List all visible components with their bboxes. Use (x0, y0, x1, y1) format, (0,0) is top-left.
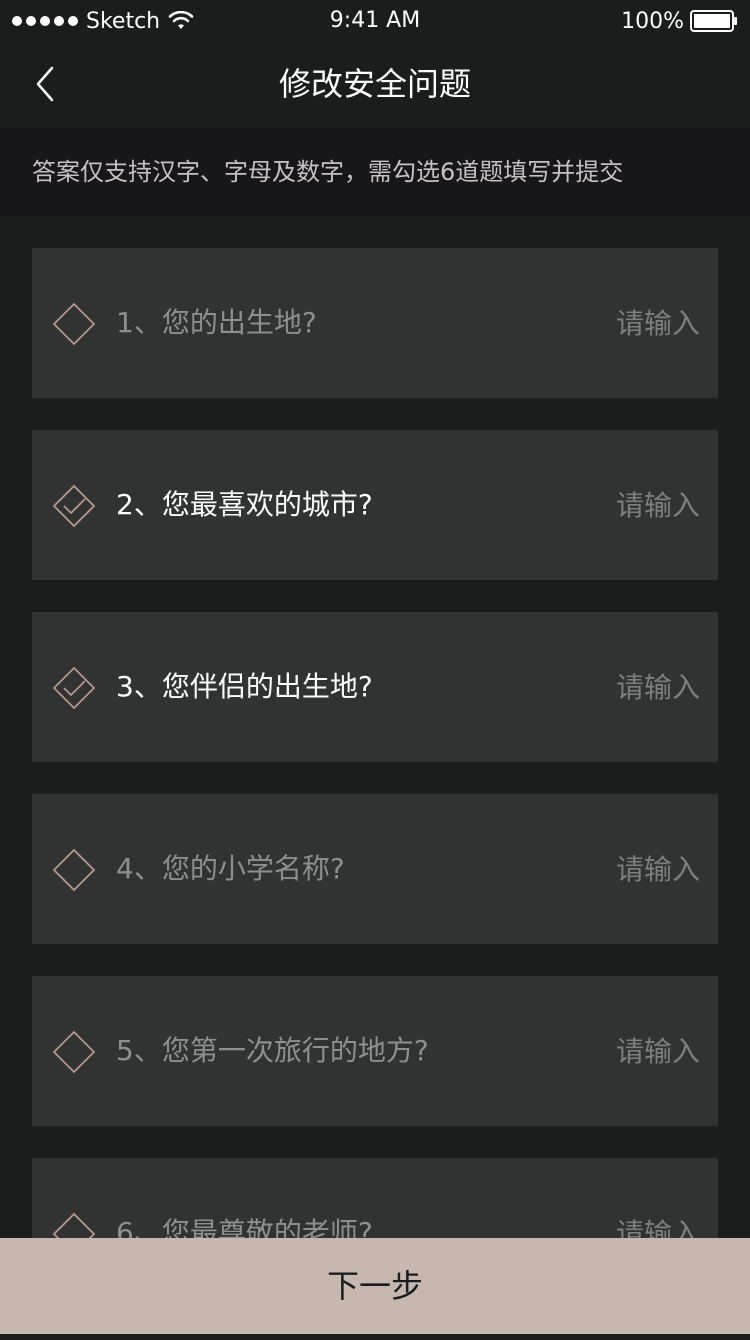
answer-input[interactable] (500, 846, 700, 892)
battery-percentage: 100% (621, 8, 684, 34)
answer-input[interactable] (500, 664, 700, 710)
checkbox-diamond-icon[interactable] (52, 302, 96, 346)
status-right: 100% (621, 6, 738, 36)
status-bar: Sketch 9:41 AM 100% (0, 0, 750, 40)
answer-input[interactable] (500, 300, 700, 346)
question-label: 2、您最喜欢的城市? (116, 488, 373, 521)
battery-icon (690, 10, 737, 32)
notice-text: 答案仅支持汉字、字母及数字，需勾选6道题填写并提交 (32, 158, 624, 186)
question-list: 1、您的出生地? 2、您最喜欢的城市? 3、您伴侣的出生地? 4、您的小学名称?… (32, 248, 718, 1340)
answer-input[interactable] (500, 482, 700, 528)
question-item[interactable]: 5、您第一次旅行的地方? (32, 976, 718, 1126)
question-item[interactable]: 2、您最喜欢的城市? (32, 430, 718, 580)
checkbox-diamond-icon[interactable] (52, 666, 96, 710)
checkbox-diamond-icon[interactable] (52, 1030, 96, 1074)
question-item[interactable]: 4、您的小学名称? (32, 794, 718, 944)
checkbox-diamond-icon[interactable] (52, 848, 96, 892)
notice-bar: 答案仅支持汉字、字母及数字，需勾选6道题填写并提交 (0, 128, 750, 216)
question-label: 3、您伴侣的出生地? (116, 670, 373, 703)
next-step-button[interactable]: 下一步 (0, 1238, 750, 1334)
nav-bar: 修改安全问题 (0, 40, 750, 128)
question-label: 4、您的小学名称? (116, 852, 345, 885)
checkbox-diamond-icon[interactable] (52, 484, 96, 528)
question-item[interactable]: 1、您的出生地? (32, 248, 718, 398)
question-label: 5、您第一次旅行的地方? (116, 1034, 429, 1067)
page-title: 修改安全问题 (278, 65, 471, 103)
question-label: 1、您的出生地? (116, 306, 317, 339)
answer-input[interactable] (500, 1028, 700, 1074)
question-item[interactable]: 3、您伴侣的出生地? (32, 612, 718, 762)
